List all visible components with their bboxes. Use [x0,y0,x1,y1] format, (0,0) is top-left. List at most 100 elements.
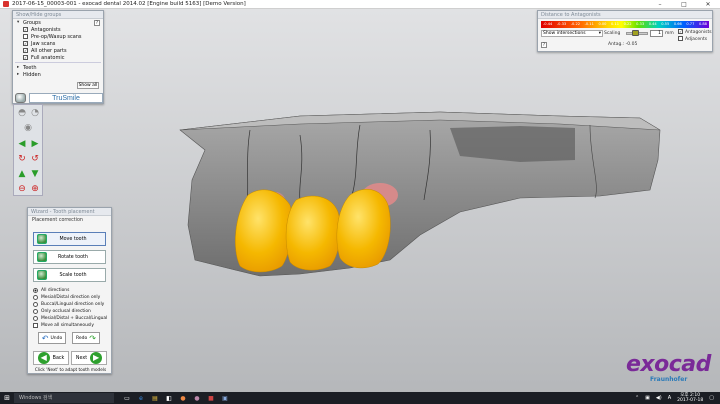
language-indicator[interactable]: A [668,395,671,401]
antagonists-toggle[interactable]: ✓ Antagonists [678,29,712,35]
checkbox[interactable]: ✓ [23,55,28,60]
view-side-icon[interactable]: ◔ [29,107,41,119]
help-icon[interactable]: ? [541,42,547,48]
tilt-up-icon[interactable]: ▲ [16,168,28,180]
group-item-preop[interactable]: Pre-op/Waxup scans [13,33,103,40]
adjacents-toggle[interactable]: Adjacents [678,36,707,42]
maximize-button[interactable]: □ [672,1,696,8]
checkbox[interactable]: ✓ [678,29,683,34]
checkbox-label: Adjacents [685,37,708,42]
move-tooth-button[interactable]: Move tooth [33,232,106,246]
file-explorer-icon[interactable]: ▤ [148,395,162,402]
radio-button[interactable] [33,295,38,300]
edge-icon[interactable]: e [134,395,148,402]
undo-icon: ↶ [41,333,49,343]
redo-button[interactable]: Redo ↷ [72,332,100,344]
groups-expander[interactable]: ▾ Groups ? [13,19,103,26]
network-icon[interactable]: ▣ [645,395,650,401]
margin-line [589,124,597,199]
scaling-label: Scaling [604,31,621,36]
scale-down-icon[interactable]: ⊖ [16,183,28,195]
radio-button[interactable] [33,302,38,307]
app-icon[interactable]: ● [190,395,204,402]
tick-label: 0.22 [623,22,632,26]
radio-label: All directions [41,288,70,293]
windows-start-icon[interactable]: ⊞ [0,394,14,402]
exocad-taskbar-icon[interactable]: ■ [204,395,218,402]
back-button[interactable]: ◀ Back [33,351,69,365]
radio-button[interactable] [33,288,38,293]
hidden-expander[interactable]: ▸ Hidden [13,71,103,78]
view-front-icon[interactable]: ◓ [16,107,28,119]
rotate-x-icon[interactable]: ↻ [16,153,28,165]
radio-md-bl[interactable]: Mesial/Distal + Buccal/Lingual [33,316,107,321]
checkbox[interactable]: ✓ [23,27,28,32]
slider-handle[interactable] [632,30,639,36]
arrow-left-icon: ◀ [37,352,50,364]
button-label: Rotate tooth [58,254,88,260]
volume-icon[interactable]: ◀) [656,395,662,401]
view-occlusal-icon[interactable]: ◉ [22,122,34,134]
group-item-full-anatomic[interactable]: ✓ Full anatomic [13,54,103,61]
move-all-checkbox[interactable]: Move all simultaneously [33,323,94,328]
system-tray: ⌃ ▣ ◀) A 오후 2:10 2017-07-18 ▢ [635,393,720,403]
tilt-down-icon[interactable]: ▼ [29,168,41,180]
group-item-antagonists[interactable]: ✓ Antagonists [13,26,103,33]
checkbox[interactable] [678,36,683,41]
radio-buccal-lingual[interactable]: Buccal/Lingual direction only [33,302,104,307]
show-intersections-dropdown[interactable]: Show intersections ▾ [541,30,603,37]
teeth-expander[interactable]: ▸ Teeth [13,64,103,71]
trusmile-logo[interactable]: TruSmile [29,92,103,103]
clock[interactable]: 오후 2:10 2017-07-18 [677,393,703,403]
tick-label: 0.77 [686,22,695,26]
app-icon[interactable]: ▣ [218,395,232,402]
radio-all-directions[interactable]: All directions [33,288,69,293]
checkbox[interactable]: ✓ [23,41,28,46]
tick-label: 0.55 [661,22,670,26]
move-right-icon[interactable]: ▶ [29,138,41,150]
group-item-jaw-scans[interactable]: ✓ Jaw scans [13,40,103,47]
button-label: Back [52,355,65,361]
minimize-button[interactable]: – [648,1,672,8]
antagonist-panel: Distance to Antagonists -0.44 -0.33 -0.2… [537,10,713,52]
next-button[interactable]: Next ▶ [71,351,107,365]
contact-highlight [362,183,398,207]
scaling-input[interactable]: 1 [650,30,663,37]
redo-icon: ↷ [89,333,96,343]
close-button[interactable]: ✕ [696,1,720,8]
task-view-icon[interactable]: ▭ [120,395,134,402]
group-item-other-parts[interactable]: ✓ All other parts [13,47,103,54]
radio-label: Mesial/Distal + Buccal/Lingual [41,316,108,321]
antag-value: Antag.: -0.05 [608,42,638,47]
tool-strip: ◓ ◔ ◉ ◀ ▶ ↻ ↺ ▲ ▼ ⊖ ⊕ [13,104,43,196]
store-icon[interactable]: ◧ [162,395,176,402]
taskbar-search[interactable]: Windows 검색 [14,393,114,403]
hidden-label: Hidden [23,71,41,78]
scale-up-icon[interactable]: ⊕ [29,183,41,195]
checkbox[interactable] [33,323,38,328]
checkbox[interactable] [23,34,28,39]
rotate-y-icon[interactable]: ↺ [29,153,41,165]
radio-button[interactable] [33,316,38,321]
show-all-button[interactable]: Show all [77,82,99,89]
scale-tooth-button[interactable]: Scale tooth [33,268,106,282]
dropdown-value: Show intersections [543,31,586,36]
help-icon[interactable]: ? [94,19,100,26]
tick-label: -0.33 [556,22,567,26]
radio-occlusal[interactable]: Only occlusal direction [33,309,91,314]
radio-button[interactable] [33,309,38,314]
tray-up-icon[interactable]: ⌃ [635,395,639,401]
colorbar-ticks: -0.44 -0.33 -0.22 -0.11 0.00 0.11 0.22 0… [541,22,709,26]
section-label: Placement correction [32,218,83,223]
checkbox-label: Move all simultaneously [41,323,94,328]
date: 2017-07-18 [677,398,704,403]
app-icon[interactable]: ● [176,395,190,402]
move-left-icon[interactable]: ◀ [16,138,28,150]
rotate-tooth-button[interactable]: Rotate tooth [33,250,106,264]
undo-button[interactable]: ↶ Undo [38,332,66,344]
checkbox-label: Antagonists [685,30,712,35]
radio-mesial-distal[interactable]: Mesial/Distal direction only [33,295,100,300]
tick-label: 0.44 [648,22,657,26]
checkbox[interactable]: ✓ [23,48,28,53]
notifications-icon[interactable]: ▢ [709,395,714,401]
